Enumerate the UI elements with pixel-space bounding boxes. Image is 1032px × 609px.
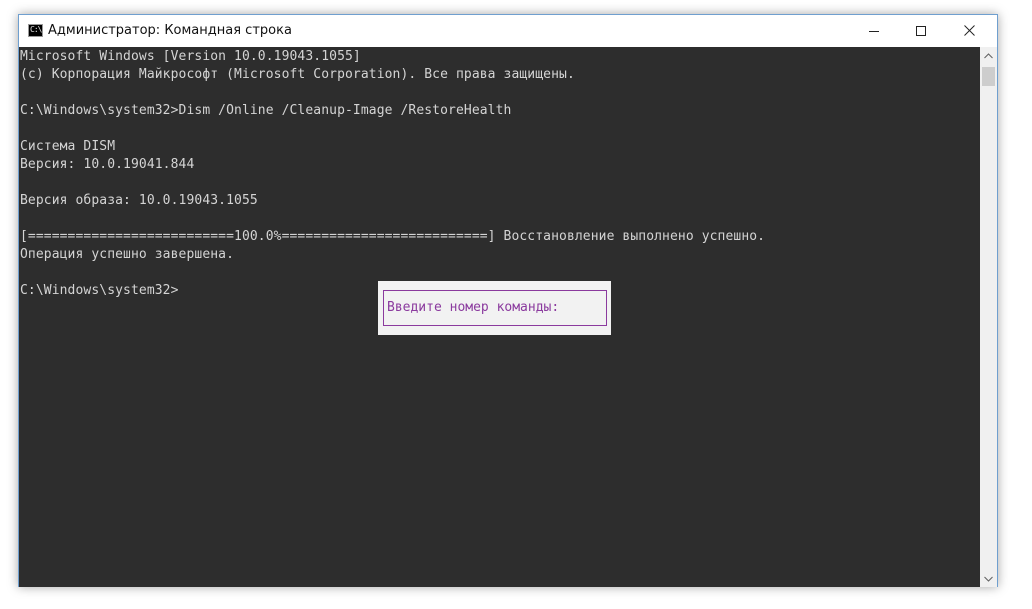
close-icon <box>963 25 975 36</box>
console-line: Система DISM <box>20 139 116 154</box>
console-line: Microsoft Windows [Version 10.0.19043.10… <box>20 49 361 64</box>
progress-line: [==========================100.0%=======… <box>20 229 766 244</box>
scroll-down-button[interactable] <box>980 570 997 587</box>
maximize-button[interactable] <box>898 15 944 46</box>
command-prompt[interactable]: C:\Windows\system32> <box>20 282 179 300</box>
title-bar[interactable]: C:\ Администратор: Командная строка <box>19 15 997 47</box>
close-button[interactable] <box>946 15 992 46</box>
cmd-icon-glyph: C:\ <box>30 25 42 34</box>
console-line: (c) Корпорация Майкрософт (Microsoft Cor… <box>20 67 575 82</box>
command-number-prompt: Введите номер команды: <box>387 300 560 315</box>
console-line: Операция успешно завершена. <box>20 247 235 262</box>
scroll-thumb[interactable] <box>982 67 995 86</box>
vertical-scrollbar[interactable] <box>980 47 997 587</box>
scroll-up-button[interactable] <box>980 47 997 64</box>
maximize-icon <box>916 25 926 36</box>
cmd-icon[interactable]: C:\ <box>28 24 43 37</box>
minimize-button[interactable] <box>851 15 897 46</box>
minimize-icon <box>869 30 879 32</box>
chevron-down-icon <box>984 576 993 582</box>
console-line: Версия образа: 10.0.19043.1055 <box>20 193 258 208</box>
chevron-up-icon <box>984 52 993 58</box>
console-line: C:\Windows\system32>Dism /Online /Cleanu… <box>20 103 512 118</box>
command-number-input[interactable]: Введите номер команды: <box>383 290 607 326</box>
console-line: Версия: 10.0.19041.844 <box>20 157 195 172</box>
window-title: Администратор: Командная строка <box>48 23 292 38</box>
command-number-popup: Введите номер команды: <box>378 281 611 335</box>
